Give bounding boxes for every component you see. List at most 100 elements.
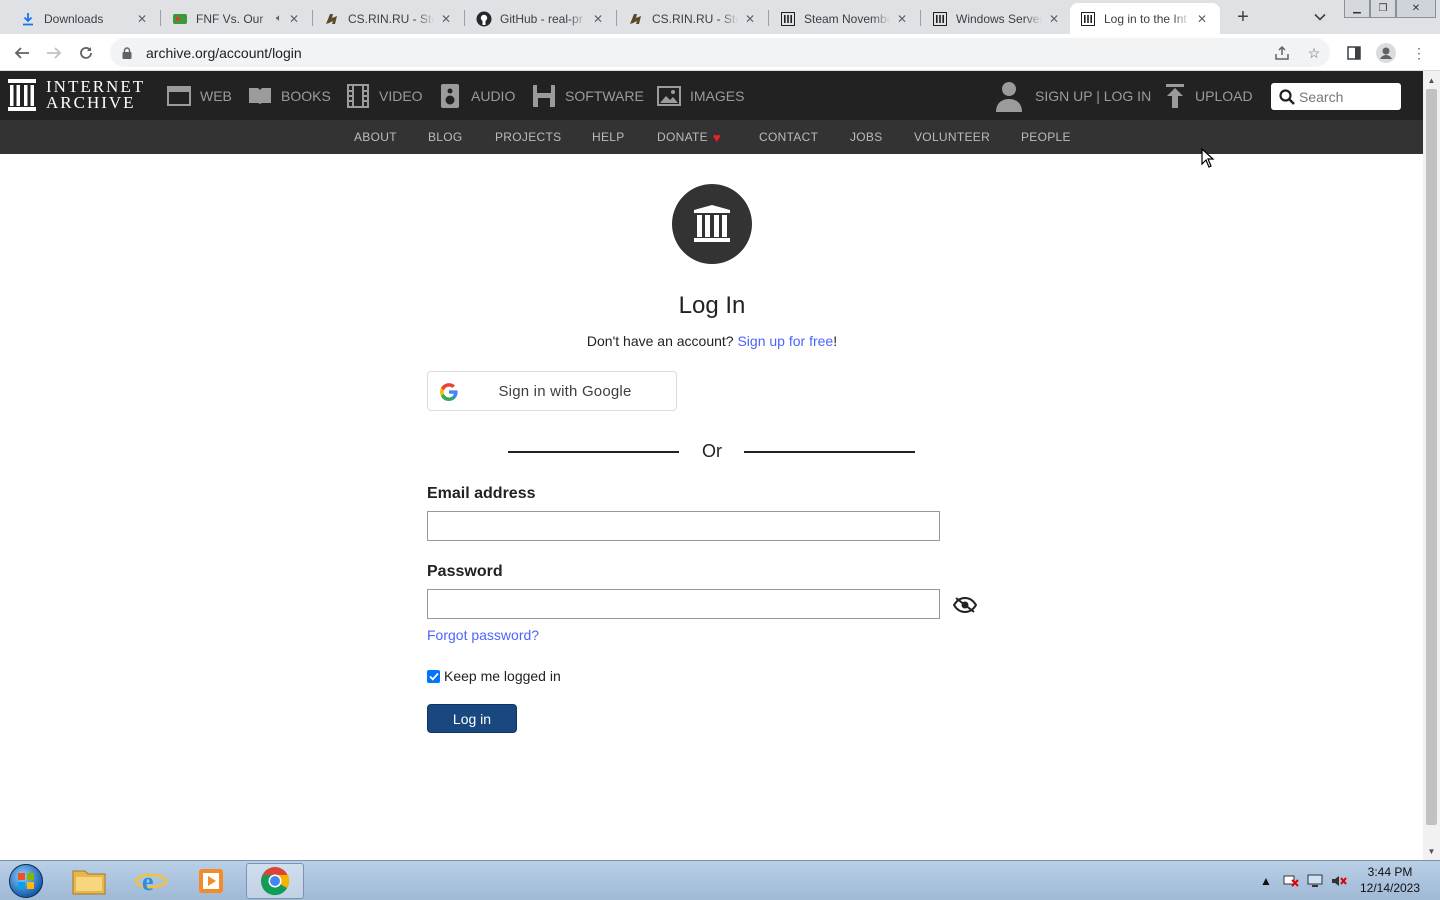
close-icon[interactable]: ✕ xyxy=(134,11,150,27)
remember-checkbox[interactable] xyxy=(427,669,440,683)
new-tab-button[interactable]: + xyxy=(1232,6,1254,28)
internet-archive-logo[interactable]: INTERNET ARCHIVE xyxy=(8,78,145,111)
or-separator-text: Or xyxy=(702,441,722,461)
scroll-down-arrow-icon[interactable]: ▼ xyxy=(1423,844,1440,858)
tab-downloads[interactable]: Downloads ✕ xyxy=(10,3,160,34)
csrin-favicon xyxy=(324,11,340,27)
nav-images[interactable]: IMAGES xyxy=(656,71,744,120)
google-signin-button[interactable]: Sign in with Google xyxy=(427,371,677,411)
monitor-icon[interactable] xyxy=(1307,861,1323,900)
speaker-icon[interactable]: 🔈︎ xyxy=(276,13,282,24)
address-bar[interactable]: archive.org/account/login xyxy=(110,38,1330,67)
window-close-button[interactable]: ✕ xyxy=(1396,0,1436,18)
clock-time: 3:44 PM xyxy=(1367,865,1413,879)
share-icon[interactable] xyxy=(1271,42,1293,64)
tab-csrin-1[interactable]: CS.RIN.RU - Stea ✕ xyxy=(314,3,464,34)
reload-button[interactable] xyxy=(74,41,98,65)
file-explorer-icon[interactable] xyxy=(60,863,118,899)
nav-upload[interactable]: UPLOAD xyxy=(1165,71,1253,120)
search-input[interactable] xyxy=(1299,88,1395,105)
nav-books[interactable]: BOOKS xyxy=(247,71,331,120)
lock-icon[interactable] xyxy=(120,46,134,60)
archive-circle-logo xyxy=(672,184,752,264)
media-player-icon[interactable] xyxy=(182,863,240,899)
tab-separator xyxy=(160,10,161,26)
windows-taskbar: e ▲ 3:44 PM 12/14/2023 xyxy=(0,860,1440,900)
tab-windows-server[interactable]: Windows Server ✕ xyxy=(922,3,1072,34)
tab-steam-november[interactable]: Steam Novembe ✕ xyxy=(770,3,920,34)
restore-button[interactable]: ❐ xyxy=(1370,0,1396,18)
user-icon xyxy=(995,80,1023,112)
scroll-thumb[interactable] xyxy=(1426,89,1437,825)
close-icon[interactable]: ✕ xyxy=(1046,11,1062,27)
signup-login-label[interactable]: SIGN UP | LOG IN xyxy=(1035,88,1151,104)
email-label: Email address xyxy=(427,485,536,502)
svg-text:e: e xyxy=(142,867,154,896)
tray-overflow-arrow-icon[interactable]: ▲ xyxy=(1260,861,1272,900)
subnav-help[interactable]: HELP xyxy=(592,120,625,154)
tab-fnf[interactable]: FNF Vs. Our 🔈︎ ✕ xyxy=(162,3,312,34)
tab-title: Downloads xyxy=(44,11,104,26)
show-password-eye-icon[interactable] xyxy=(952,596,978,614)
archive-favicon xyxy=(1080,11,1096,27)
subnav-donate[interactable]: DONATE ♥ xyxy=(657,120,721,154)
minimize-button[interactable]: ▁ xyxy=(1344,0,1370,18)
close-icon[interactable]: ✕ xyxy=(438,11,454,27)
subnav-volunteer[interactable]: VOLUNTEER xyxy=(914,120,990,154)
forward-button[interactable] xyxy=(42,41,66,65)
google-signin-label: Sign in with Google xyxy=(498,382,632,400)
upload-label: UPLOAD xyxy=(1195,87,1253,104)
password-field[interactable] xyxy=(427,589,940,619)
url-text[interactable]: archive.org/account/login xyxy=(146,45,302,61)
page-scrollbar[interactable]: ▲ ▼ xyxy=(1423,71,1440,860)
volume-muted-icon[interactable] xyxy=(1331,861,1347,900)
bookmark-star-icon[interactable]: ☆ xyxy=(1303,42,1325,64)
login-button[interactable]: Log in xyxy=(427,704,517,733)
ia-search-box[interactable] xyxy=(1271,83,1401,110)
nav-audio[interactable]: AUDIO xyxy=(437,71,515,120)
tab-csrin-2[interactable]: CS.RIN.RU - Ste ✕ xyxy=(618,3,768,34)
tab-separator xyxy=(616,10,617,26)
chrome-icon[interactable] xyxy=(246,863,304,899)
internet-explorer-icon[interactable]: e xyxy=(122,863,180,899)
subnav-jobs[interactable]: JOBS xyxy=(850,120,883,154)
forgot-password-link[interactable]: Forgot password? xyxy=(427,627,539,643)
nav-video[interactable]: VIDEO xyxy=(345,71,423,120)
nav-signup-login[interactable]: SIGN UP | LOG IN xyxy=(995,71,1151,120)
tab-search-chevron-icon[interactable] xyxy=(1310,8,1330,26)
subnav-about[interactable]: ABOUT xyxy=(354,120,397,154)
tab-title: FNF Vs. Our xyxy=(196,11,264,26)
back-button[interactable] xyxy=(10,41,34,65)
remember-me[interactable]: Keep me logged in xyxy=(427,668,561,684)
network-error-icon[interactable] xyxy=(1283,861,1299,900)
close-icon[interactable]: ✕ xyxy=(286,11,302,27)
subnav-people[interactable]: PEOPLE xyxy=(1021,120,1071,154)
start-button[interactable] xyxy=(6,862,46,900)
tab-login-active[interactable]: Log in to the Int ✕ xyxy=(1070,3,1220,34)
subnav-blog[interactable]: BLOG xyxy=(428,120,463,154)
search-icon xyxy=(1279,88,1295,105)
nav-web[interactable]: WEB xyxy=(166,71,232,120)
subnav-contact[interactable]: CONTACT xyxy=(759,120,818,154)
software-icon xyxy=(531,83,557,109)
nav-software-label: SOFTWARE xyxy=(565,87,644,104)
close-icon[interactable]: ✕ xyxy=(1194,11,1210,27)
subnav-projects[interactable]: PROJECTS xyxy=(495,120,561,154)
tab-separator xyxy=(920,10,921,26)
github-icon xyxy=(476,11,492,27)
nav-software[interactable]: SOFTWARE xyxy=(531,71,644,120)
profile-avatar-icon[interactable] xyxy=(1375,42,1397,64)
scroll-up-arrow-icon[interactable]: ▲ xyxy=(1423,73,1440,87)
system-clock[interactable]: 3:44 PM 12/14/2023 xyxy=(1352,864,1428,896)
tab-title: Windows Server xyxy=(956,11,1042,26)
signup-link[interactable]: Sign up for free xyxy=(737,333,833,349)
close-icon[interactable]: ✕ xyxy=(894,11,910,27)
close-icon[interactable]: ✕ xyxy=(742,11,758,27)
archive-favicon xyxy=(932,11,948,27)
tab-github[interactable]: GitHub - real-pr ✕ xyxy=(466,3,616,34)
browser-menu-icon[interactable]: ⋮ xyxy=(1408,42,1430,64)
side-panel-icon[interactable] xyxy=(1343,42,1365,64)
no-account-text: Don't have an account? xyxy=(586,333,738,349)
close-icon[interactable]: ✕ xyxy=(590,11,606,27)
email-field[interactable] xyxy=(427,511,940,541)
